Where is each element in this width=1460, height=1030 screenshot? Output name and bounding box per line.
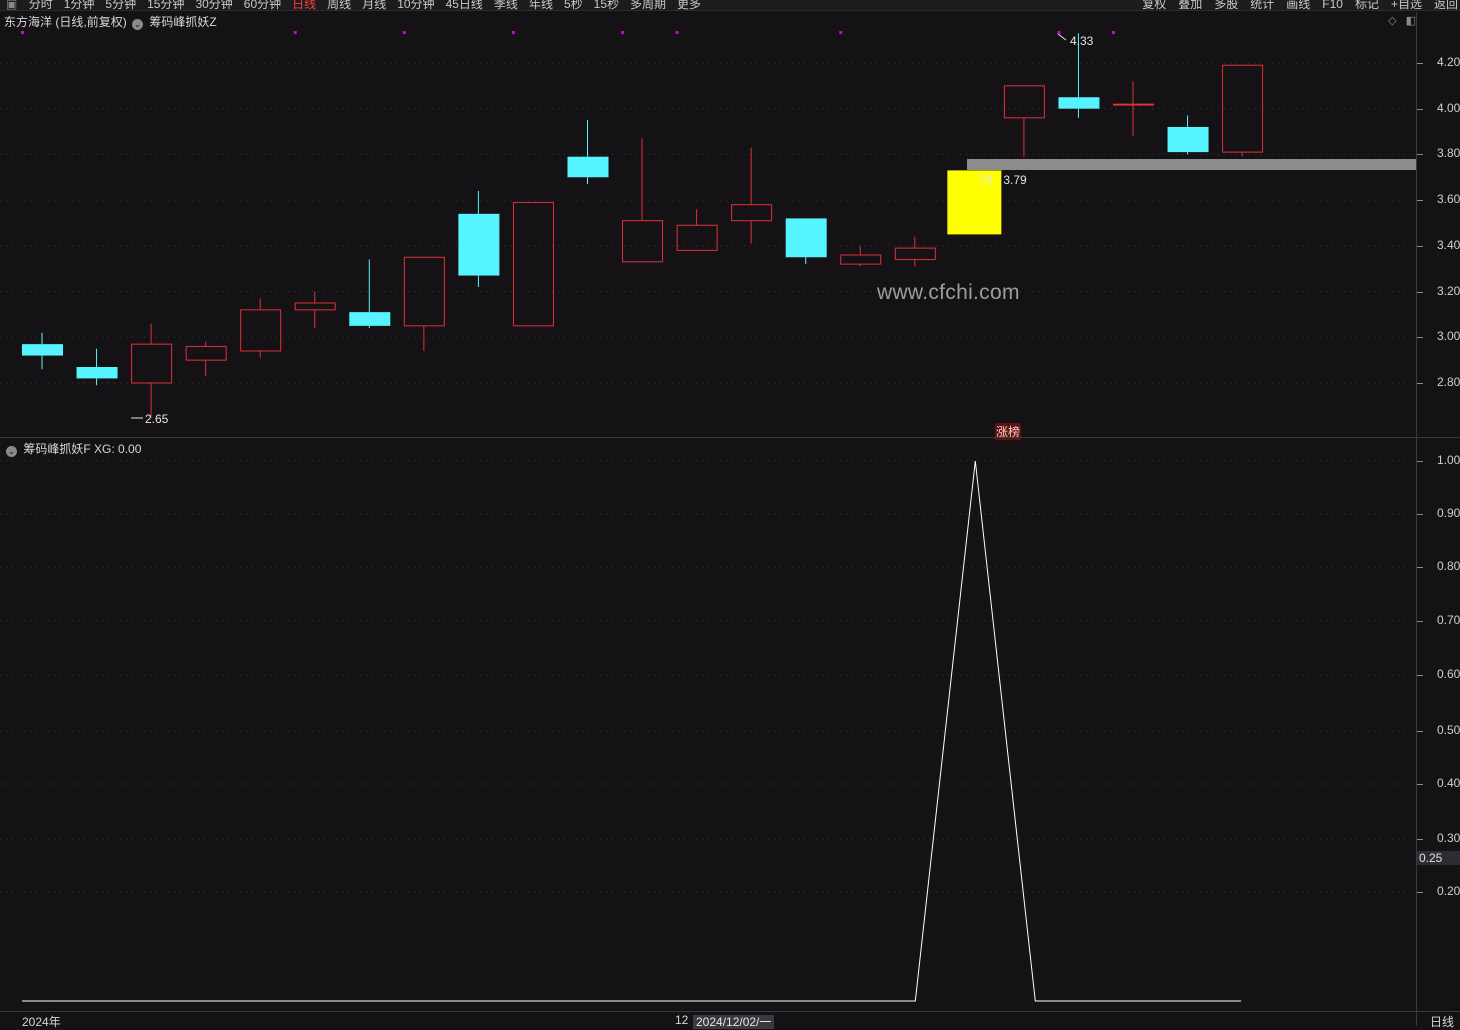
indicator-axis-label: 0.50 (1437, 723, 1460, 737)
candle-body-up (185, 345, 227, 361)
current-value-marker: 0.25 (1417, 851, 1460, 865)
candle-body-down (458, 213, 500, 276)
candle-body-down (1167, 126, 1209, 153)
signal-marker-dot (675, 31, 679, 34)
chip-range-label: .73 - 3.79 (976, 173, 1027, 187)
price-axis-label: 3.80 (1437, 146, 1460, 161)
candle-body-down (349, 312, 391, 326)
candle-body-down (1058, 97, 1100, 109)
price-axis-label: 2.80 (1437, 375, 1460, 389)
candle-body-down (76, 366, 118, 379)
price-axis-tick (1417, 200, 1423, 202)
indicator-axis-label: 0.70 (1437, 613, 1460, 627)
xg-value: XG: 0.00 (94, 442, 142, 456)
signal-marker-dot (1112, 31, 1115, 34)
price-axis-label: 3.60 (1437, 192, 1460, 207)
year-label: 2024年 (22, 1015, 61, 1029)
cursor-date-box: 2024/12/02/一 (693, 1013, 775, 1030)
indicator-axis-tick (1417, 461, 1423, 462)
price-axis-label: 3.20 (1437, 283, 1460, 298)
indicator-axis-label: 0.80 (1437, 559, 1460, 573)
indicator-axis-label: 0.40 (1437, 776, 1460, 790)
signal-marker-dot (402, 31, 406, 34)
time-axis-divider (0, 1011, 1460, 1012)
cursor-date-label: 2024/12/02/一 (693, 1015, 775, 1029)
candle-body-up (512, 201, 554, 327)
price-axis-tick (1417, 383, 1423, 384)
sub-indicator-toggle-icon[interactable]: ⌄ (6, 446, 17, 457)
indicator-axis-tick (1417, 514, 1423, 515)
indicator-axis-tick (1417, 621, 1423, 622)
chip-range-band (967, 159, 1416, 170)
candle-body-up (622, 220, 664, 263)
candle-body-up (676, 224, 718, 251)
price-axis-label: 4.00 (1437, 100, 1460, 115)
high-arrow (1057, 33, 1067, 41)
candlestick-chart[interactable] (0, 0, 1460, 1026)
signal-marker-dot (1057, 31, 1061, 34)
signal-marker-dot (511, 31, 515, 34)
indicator-axis-tick (1417, 892, 1423, 893)
indicator-axis-tick (1417, 839, 1423, 840)
signal-marker-dot (293, 31, 297, 34)
price-axis-tick (1417, 154, 1423, 156)
watermark: www.cfchi.com (877, 281, 1020, 304)
candle-body-up (731, 204, 773, 222)
price-axis-tick (1417, 245, 1423, 247)
price-axis-tick (1417, 62, 1423, 64)
price-axis-tick (1417, 108, 1423, 110)
signal-marker-dot (21, 31, 24, 34)
signal-marker-dot (621, 31, 625, 34)
indicator-axis-tick (1417, 675, 1423, 676)
candle-body-up (131, 343, 173, 384)
low-price-annotation: 2.65 (145, 412, 169, 426)
candle-body-up (840, 254, 882, 265)
candle-body-up (294, 302, 336, 311)
sub-panel-header: ⌄ 筹码峰抓妖F XG: 0.00 (4, 440, 141, 457)
indicator-axis-tick (1417, 731, 1423, 732)
candle-body-up (240, 309, 282, 352)
candle-body-down (567, 156, 609, 178)
candle-body-up (1113, 103, 1154, 106)
candle-body-up (894, 247, 936, 261)
price-axis-label: 3.00 (1437, 329, 1460, 344)
high-price-annotation: 4.33 (1070, 34, 1094, 48)
price-axis-label: 4.20 (1437, 54, 1460, 69)
sub-indicator-name[interactable]: 筹码峰抓妖F (23, 442, 90, 456)
price-axis-divider (1416, 12, 1417, 1026)
price-axis-label: 3.40 (1437, 237, 1460, 252)
month-label: 12 (675, 1013, 689, 1027)
panel-divider[interactable] (0, 437, 1460, 438)
indicator-axis-label: 0.90 (1437, 506, 1460, 520)
candle-body-down (22, 344, 63, 356)
indicator-axis-label: 0.20 (1437, 884, 1460, 898)
price-axis-tick (1417, 291, 1423, 293)
indicator-axis-tick (1417, 784, 1423, 785)
indicator-axis-label: 0.60 (1437, 667, 1460, 681)
indicator-axis-tick (1417, 567, 1423, 568)
period-label[interactable]: 日线 (1430, 1013, 1454, 1030)
indicator-axis-label: 0.30 (1437, 831, 1460, 845)
price-axis-tick (1417, 337, 1423, 339)
candle-body-up (1003, 85, 1045, 119)
candle-body-down (785, 218, 827, 258)
signal-marker-dot (839, 31, 843, 34)
indicator-axis-label: 1.00 (1437, 453, 1460, 467)
